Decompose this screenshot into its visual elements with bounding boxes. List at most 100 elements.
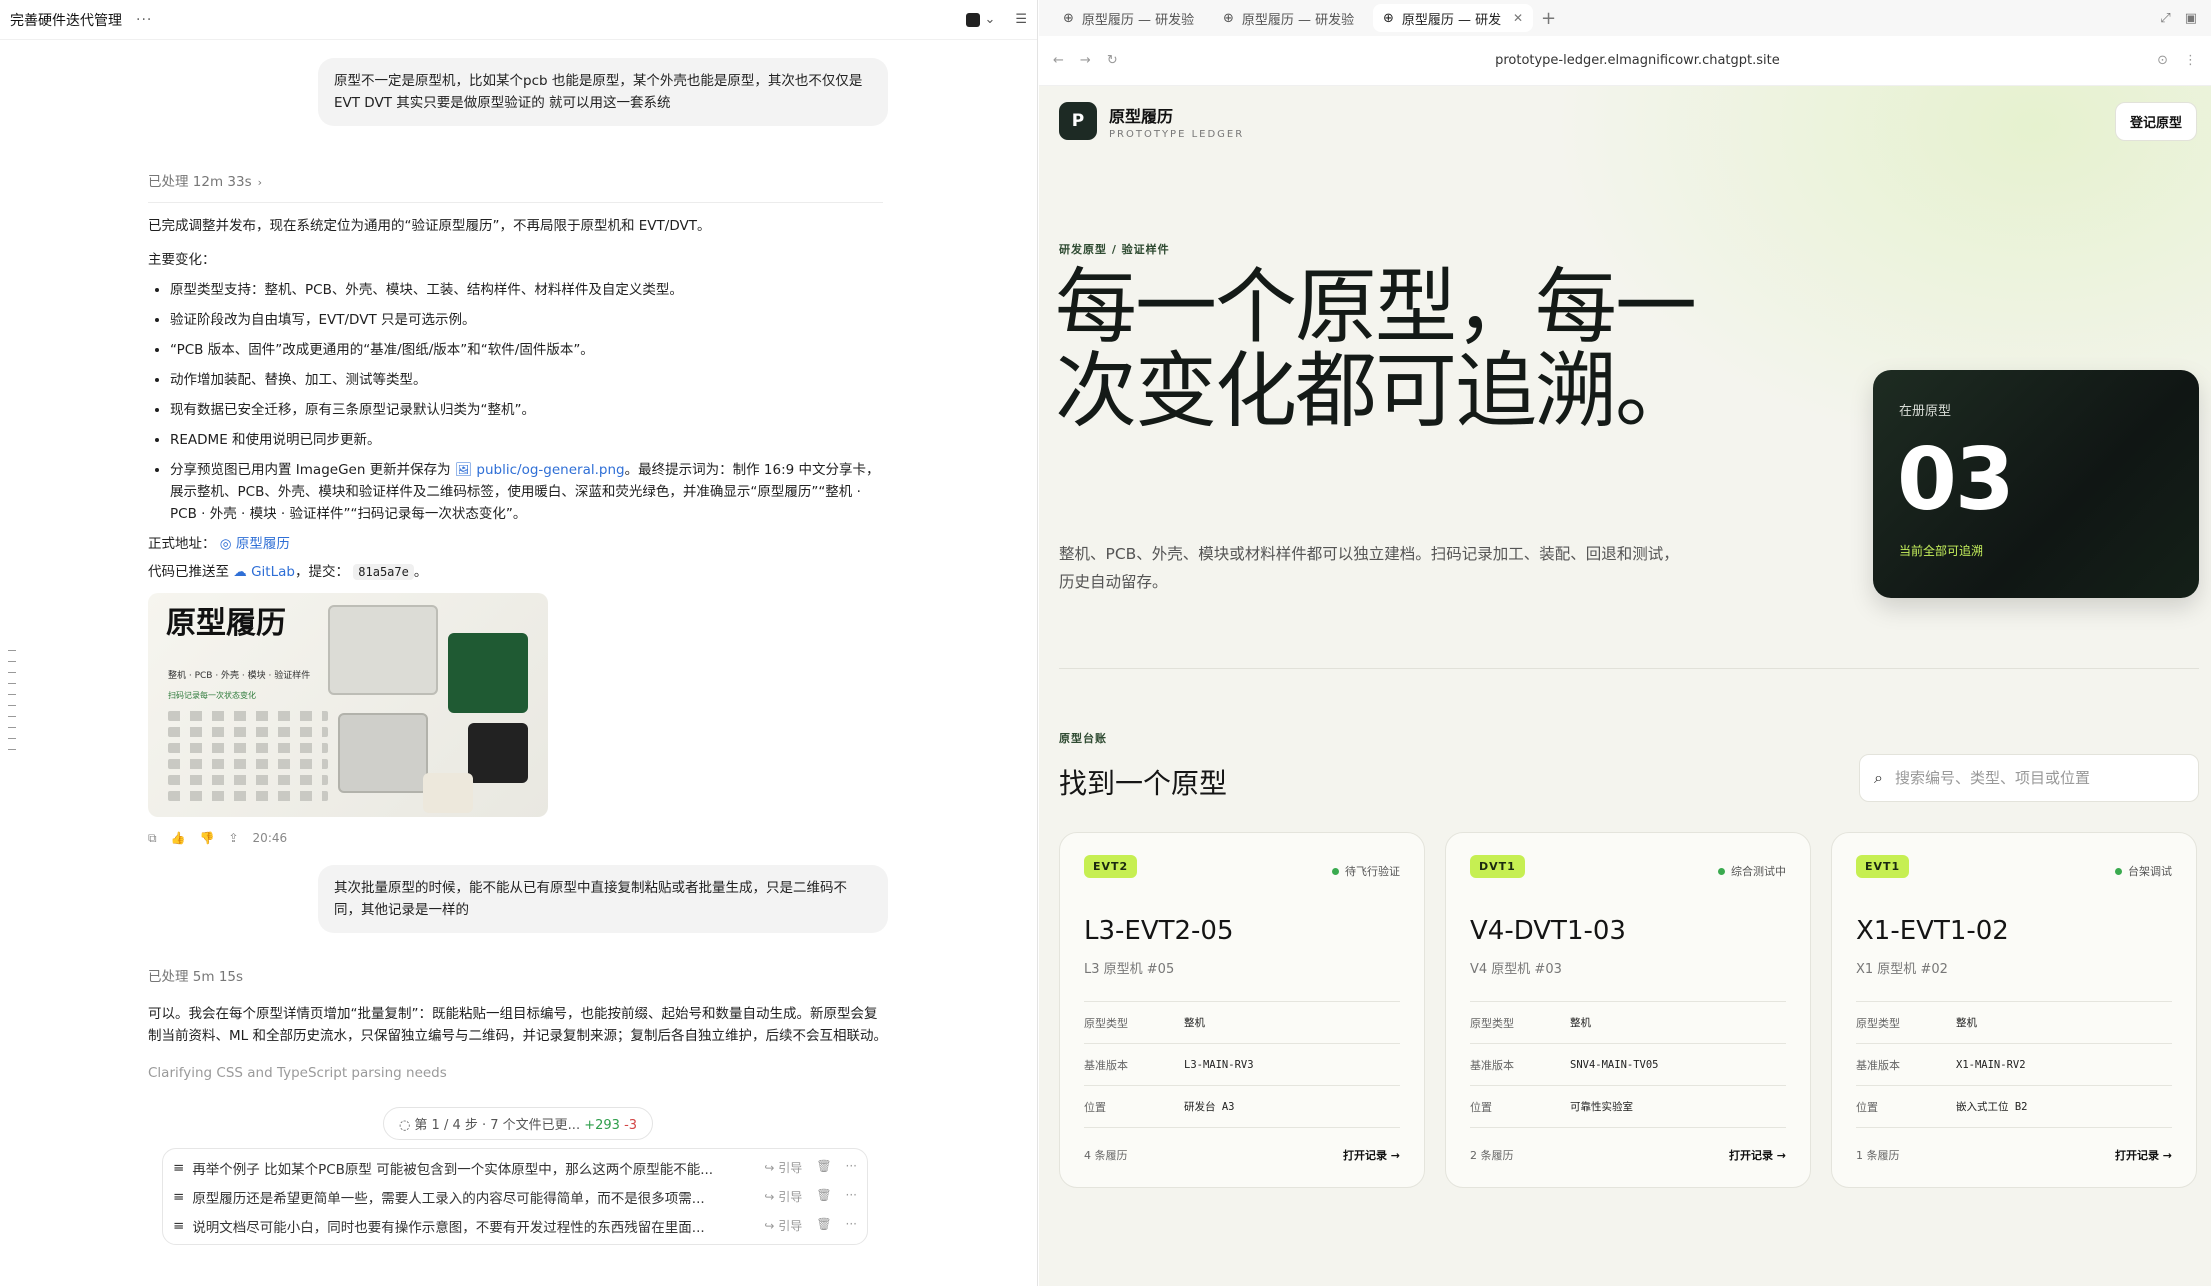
detail-key: 原型类型 <box>1856 1016 1900 1030</box>
changes-title: 主要变化： <box>148 252 216 268</box>
back-icon[interactable]: ← <box>1053 53 1064 68</box>
open-record-link[interactable]: 打开记录 → <box>2115 1147 2172 1163</box>
trash-icon[interactable]: 🗑 <box>816 1217 831 1234</box>
assistant-message: 可以。我会在每个原型详情页增加“批量复制”：既能粘贴一组目标编号，也能按前缀、起… <box>148 1003 888 1047</box>
site-brand[interactable]: P 原型履历 PROTOTYPE LEDGER <box>1059 102 1244 140</box>
prototype-details: 原型类型 整机 基准版本 SNV4-MAIN-TV05 位置 可靠性实验室 <box>1470 1001 1786 1128</box>
spinner-icon: ◌ <box>398 1118 411 1133</box>
search-icon: ⌕ <box>1874 768 1883 787</box>
detail-value: SNV4-MAIN-TV05 <box>1570 1058 1659 1071</box>
register-prototype-button[interactable]: 登记原型 <box>2114 102 2197 141</box>
sample-illustration <box>423 773 473 813</box>
detail-value: 嵌入式工位 B2 <box>1956 1101 2028 1113</box>
panel-toggle-icon[interactable]: ☰ <box>1015 12 1027 27</box>
status-label: 综合测试中 <box>1731 865 1786 878</box>
browser-pane: ⊕ 原型履历 — 研发验 ⊕ 原型履历 — 研发验 ⊕ 原型履历 — 研发 ✕ + ⤢ ▣… <box>1039 0 2211 1286</box>
menu-icon[interactable]: ⋮ <box>2184 53 2197 68</box>
detail-row: 基准版本 SNV4-MAIN-TV05 <box>1470 1044 1786 1086</box>
status-dot <box>2115 867 2122 875</box>
forward-icon[interactable]: → <box>1080 53 1091 68</box>
prototype-card[interactable]: DVT1 综合测试中 V4-DVT1-03 V4 原型机 #03 原型类型 整机 … <box>1445 832 1811 1188</box>
sidebar-toggle-icon[interactable]: ▣ <box>2185 11 2197 26</box>
processed-time-toggle[interactable]: 已处理 12m 33s › <box>148 170 883 203</box>
user-message: 原型不一定是原型机，比如某个pcb 也能是原型，某个外壳也能是原型，其次也不仅仅… <box>318 58 888 126</box>
thumbs-up-icon[interactable]: 👍 <box>171 827 186 849</box>
prototype-card[interactable]: EVT2 待飞行验证 L3-EVT2-05 L3 原型机 #05 原型类型 整机 … <box>1059 832 1425 1188</box>
queued-message[interactable]: ≡ 说明文档尽可能小白，同时也要有操作示意图，不要有开发过程性的东西残留在里面.… <box>173 1211 857 1240</box>
browser-tab[interactable]: ⊕ 原型履历 — 研发验 <box>1053 4 1213 32</box>
commit-hash: 81a5a7e <box>353 564 414 580</box>
steer-button[interactable]: ↪ 引导 <box>764 1217 802 1234</box>
prototype-id: L3-EVT2-05 <box>1084 916 1234 946</box>
detail-key: 原型类型 <box>1084 1016 1128 1030</box>
list-item: README 和使用说明已同步更新。 <box>170 429 888 451</box>
copy-icon[interactable]: ⧉ <box>148 827 157 849</box>
prototype-subtitle: V4 原型机 #03 <box>1470 962 1562 977</box>
open-record-link[interactable]: 打开记录 → <box>1729 1147 1786 1163</box>
chat-header: 完善硬件迭代管理 ··· ⌄ ☰ <box>0 0 1037 40</box>
detail-key: 基准版本 <box>1084 1058 1128 1072</box>
more-icon[interactable]: ··· <box>846 1159 857 1176</box>
reply-intro: 已完成调整并发布，现在系统定位为通用的“验证原型履历”，不再局限于原型机和 EV… <box>148 218 711 234</box>
hero-description: 整机、PCB、外壳、模块或材料样件都可以独立建档。扫码记录加工、装配、回退和测试… <box>1059 545 1679 591</box>
search-input[interactable] <box>1894 769 2184 787</box>
list-item: 原型类型支持：整机、PCB、外壳、模块、工装、结构样件、材料样件及自定义类型。 <box>170 279 888 301</box>
brand-name: 原型履历 <box>1109 106 1174 126</box>
section-eyebrow: 原型台账 <box>1059 732 1107 745</box>
push-label: 代码已推送至 <box>148 564 229 580</box>
open-record-link[interactable]: 打开记录 → <box>1343 1147 1400 1163</box>
step-text: 第 1 / 4 步 · 7 个文件已更... <box>414 1118 581 1133</box>
trash-icon[interactable]: 🗑 <box>816 1188 831 1205</box>
gitlab-link-label: GitLab <box>251 564 295 580</box>
processed-label: 已处理 5m 15s <box>148 969 244 985</box>
browser-tab[interactable]: ⊕ 原型履历 — 研发验 <box>1213 4 1373 32</box>
prototype-subtitle: X1 原型机 #02 <box>1856 962 1948 977</box>
expand-icon[interactable]: ⤢ <box>2160 11 2170 26</box>
more-icon[interactable]: ··· <box>846 1188 857 1205</box>
tab-label: 原型履历 — 研发 <box>1401 12 1502 28</box>
file-link[interactable]: 🖼 public/og-general.png <box>455 462 625 478</box>
og-preview-image[interactable]: 原型履历 整机 · PCB · 外壳 · 模块 · 验证样件 扫码记录每一次状态… <box>148 593 548 817</box>
queued-message[interactable]: ≡ 原型履历还是希望更简单一些，需要人工录入的内容尽可能得简单，而不是很多项需.… <box>173 1182 857 1211</box>
globe-icon: ⊕ <box>1063 10 1074 26</box>
queue-icon: ≡ <box>173 1188 185 1205</box>
detail-value: 研发台 A3 <box>1184 1101 1235 1113</box>
push-line: 代码已推送至 ☁ GitLab，提交： 81a5a7e。 <box>148 561 888 583</box>
og-image-title: 原型履历 <box>166 606 286 641</box>
step-progress-pill[interactable]: ◌ 第 1 / 4 步 · 7 个文件已更... +293 -3 <box>383 1107 653 1140</box>
detail-value: L3-MAIN-RV3 <box>1184 1058 1254 1071</box>
browser-tab-active[interactable]: ⊕ 原型履历 — 研发 ✕ <box>1373 4 1533 32</box>
app-switcher-button[interactable]: ⌄ <box>960 10 1001 29</box>
processed-time-toggle[interactable]: 已处理 5m 15s <box>148 965 883 997</box>
detail-value: 整机 <box>1956 1017 1977 1029</box>
trash-icon[interactable]: 🗑 <box>816 1159 831 1176</box>
count-value: 03 <box>1897 430 2015 530</box>
url-field[interactable]: prototype-ledger.elmagnificowr.chatgpt.s… <box>1118 53 2157 68</box>
user-message: 其次批量原型的时候，能不能从已有原型中直接复制粘贴或者批量生成，只是二维码不同，… <box>318 865 888 933</box>
prototype-subtitle: L3 原型机 #05 <box>1084 962 1175 977</box>
prototype-count-card: 在册原型 03 当前全部可追溯 <box>1873 370 2199 598</box>
search-box[interactable]: ⌕ <box>1859 754 2199 802</box>
section-divider <box>1059 668 2199 669</box>
new-tab-icon[interactable]: + <box>1541 8 1556 29</box>
thumbs-down-icon[interactable]: 👎 <box>200 827 215 849</box>
prototype-card[interactable]: EVT1 台架调试 X1-EVT1-02 X1 原型机 #02 原型类型 整机 基… <box>1831 832 2197 1188</box>
site-link[interactable]: ◎ 原型履历 <box>220 536 290 552</box>
prototype-details: 原型类型 整机 基准版本 X1-MAIN-RV2 位置 嵌入式工位 B2 <box>1856 1001 2172 1128</box>
queued-messages: ≡ 再举个例子 比如某个PCB原型 可能被包含到一个实体原型中，那么这两个原型能… <box>162 1148 868 1245</box>
shell-illustration <box>338 713 428 793</box>
more-options-icon[interactable]: ··· <box>136 12 152 28</box>
close-icon[interactable]: ✕ <box>1513 11 1523 25</box>
steer-button[interactable]: ↪ 引导 <box>764 1159 802 1176</box>
queue-icon: ≡ <box>173 1159 185 1176</box>
chevron-down-icon: ⌄ <box>984 12 996 27</box>
more-icon[interactable]: ··· <box>846 1217 857 1234</box>
gitlab-link[interactable]: ☁ GitLab <box>233 564 295 580</box>
reload-icon[interactable]: ↻ <box>1107 53 1118 68</box>
address-line: 正式地址： ◎ 原型履历 <box>148 533 888 555</box>
pin-icon[interactable]: ⊙ <box>2157 53 2168 68</box>
steer-button[interactable]: ↪ 引导 <box>764 1188 802 1205</box>
device-enclosure-illustration <box>328 605 438 695</box>
queued-message[interactable]: ≡ 再举个例子 比如某个PCB原型 可能被包含到一个实体原型中，那么这两个原型能… <box>173 1153 857 1182</box>
share-icon[interactable]: ⇪ <box>228 827 238 849</box>
